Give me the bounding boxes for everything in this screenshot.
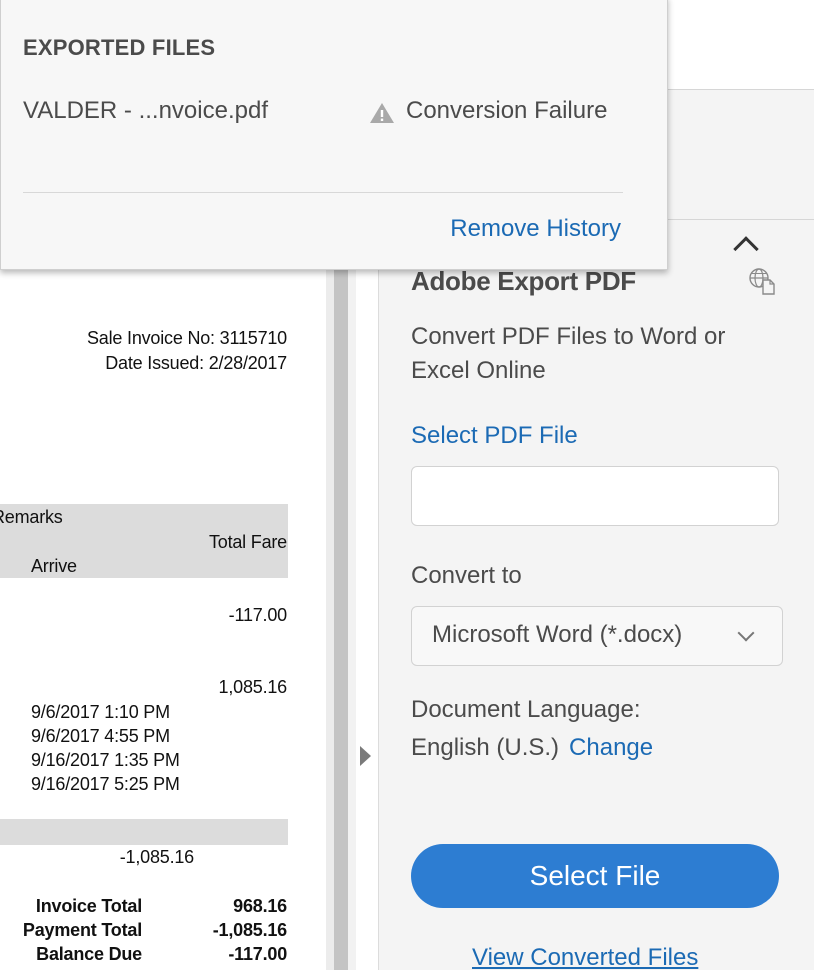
document-language-label: Document Language:: [411, 696, 641, 723]
panel-title: Adobe Export PDF: [411, 266, 636, 296]
select-pdf-file-link[interactable]: Select PDF File: [411, 422, 578, 450]
globe-document-icon[interactable]: [747, 266, 777, 296]
arrive-date-2: 9/6/2017 4:55 PM: [31, 726, 170, 746]
payment-band: [0, 819, 288, 845]
format-dropdown-value: Microsoft Word (*.docx): [432, 621, 683, 648]
amount-row-3: -1,085.16: [119, 847, 194, 867]
payment-total-label: Payment Total: [22, 920, 142, 940]
view-converted-files-link[interactable]: View Converted Files: [472, 944, 698, 970]
popup-divider: [23, 192, 623, 193]
convert-to-label: Convert to: [411, 562, 522, 589]
arrive-date-3: 9/16/2017 1:35 PM: [31, 750, 180, 770]
header-remarks: Remarks: [0, 507, 63, 527]
exported-file-name[interactable]: VALDER - ...nvoice.pdf: [23, 97, 268, 125]
panel-description: Convert PDF Files to Word or Excel Onlin…: [411, 323, 726, 384]
language-row: English (U.S.) Change: [411, 734, 653, 762]
chevron-down-icon: [737, 624, 755, 642]
change-language-link[interactable]: Change: [569, 734, 653, 761]
header-arrive: Arrive: [31, 556, 77, 576]
header-total-fare: Total Fare: [208, 532, 287, 552]
exported-files-popup: EXPORTED FILES VALDER - ...nvoice.pdf Co…: [0, 0, 668, 270]
language-value: English (U.S.): [411, 734, 560, 761]
balance-due-value: -117.00: [228, 944, 287, 964]
sale-invoice-number: Sale Invoice No: 3115710: [86, 328, 287, 348]
format-dropdown[interactable]: Microsoft Word (*.docx): [411, 606, 783, 666]
invoice-total-label: Invoice Total: [35, 896, 142, 916]
invoice-total-value: 968.16: [233, 896, 287, 916]
popup-heading: EXPORTED FILES: [23, 35, 216, 60]
remove-history-link[interactable]: Remove History: [450, 215, 621, 243]
balance-due-label: Balance Due: [36, 944, 142, 964]
conversion-status: Conversion Failure: [406, 97, 608, 124]
arrive-date-1: 9/6/2017 1:10 PM: [31, 702, 170, 722]
amount-row-1: -117.00: [228, 605, 288, 625]
chevron-up-icon[interactable]: [733, 236, 759, 262]
warning-icon: [370, 103, 394, 123]
arrive-date-4: 9/16/2017 5:25 PM: [31, 774, 180, 794]
date-issued: Date Issued: 2/28/2017: [105, 353, 287, 373]
payment-total-value: -1,085.16: [212, 920, 287, 940]
amount-row-2: 1,085.16: [218, 677, 288, 697]
collapse-arrow-icon[interactable]: [360, 746, 371, 766]
selected-file-field[interactable]: [411, 466, 779, 526]
select-file-button[interactable]: Select File: [411, 844, 779, 908]
